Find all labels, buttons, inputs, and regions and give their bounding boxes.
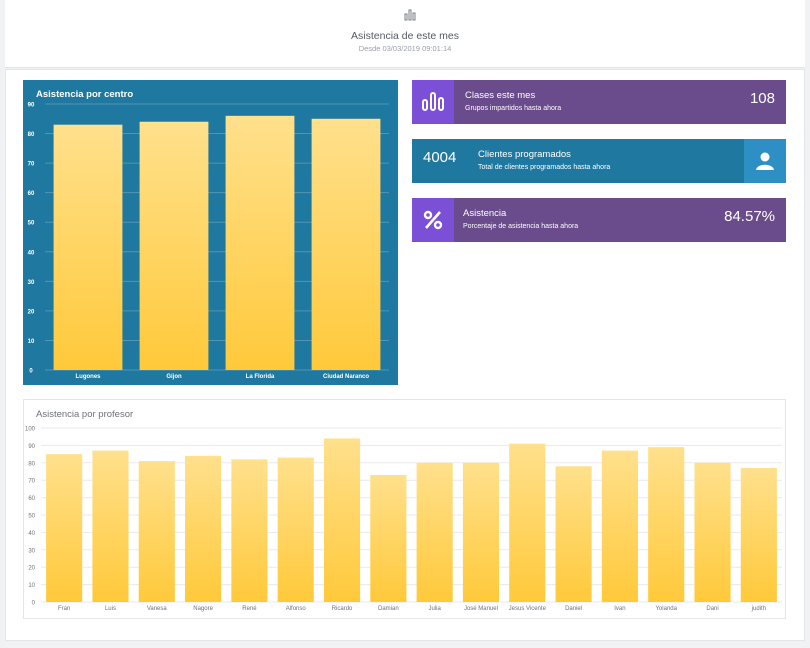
- x-tick-label: Gijon: [166, 374, 182, 380]
- x-tick-label: Ciudad Naranco: [323, 374, 369, 380]
- kpi-asistencia[interactable]: Asistencia Porcentaje de asistencia hast…: [412, 198, 786, 242]
- bar[interactable]: [311, 118, 381, 371]
- bar[interactable]: [92, 450, 129, 602]
- bar[interactable]: [231, 459, 268, 602]
- kpi-asistencia-sub: Porcentaje de asistencia hasta ahora: [463, 223, 579, 230]
- bar[interactable]: [601, 450, 638, 602]
- y-tick-label: 0: [29, 369, 33, 375]
- y-tick-label: 50: [28, 221, 35, 227]
- y-tick-label: 50: [28, 514, 35, 520]
- y-tick-label: 30: [28, 548, 35, 554]
- bar[interactable]: [53, 124, 123, 370]
- kpi-clases-label: Clases este mes: [465, 90, 536, 101]
- bar[interactable]: [225, 115, 295, 370]
- kpi-clases[interactable]: Clases este mes Grupos impartidos hasta …: [412, 80, 786, 124]
- x-tick-label: Nagore: [193, 606, 213, 612]
- page-header: Asistencia de este mes Desde 03/03/2019 …: [5, 0, 805, 68]
- kpi-clientes-label: Clientes programados: [478, 149, 571, 160]
- centro-chart: 0 10 20 30 40 50 60 70 80 90 Lugones Gijon La Florid…: [28, 103, 389, 380]
- bar[interactable]: [138, 461, 175, 602]
- bar[interactable]: [694, 462, 731, 602]
- bar[interactable]: [139, 121, 209, 370]
- y-tick-label: 80: [28, 132, 35, 138]
- kpi-clientes-value: 4004: [423, 149, 457, 166]
- profesor-chart-card: Asistencia por profesor 0 10 20 30 40 50 60 70 8…: [23, 399, 786, 619]
- x-tick-label: Daniel: [565, 606, 582, 612]
- profesor-chart: 0 10 20 30 40 50 60 70 80 90 100 Fran Luis Vanesa Nago…: [25, 427, 782, 612]
- x-tick-label: Alfonso: [286, 606, 307, 612]
- kpi-clientes-sub: Total de clientes programados hasta ahor…: [478, 164, 611, 171]
- y-tick-label: 90: [28, 103, 35, 109]
- x-tick-label: Vanesa: [147, 606, 168, 612]
- bar-chart-icon: [422, 92, 444, 111]
- x-tick-label: Jesus Vicente: [509, 606, 547, 612]
- bar[interactable]: [370, 474, 407, 602]
- y-tick-label: 20: [28, 566, 35, 572]
- page-title: Asistencia de este mes: [351, 30, 459, 42]
- x-tick-label: Dani: [706, 606, 718, 612]
- x-tick-label: René: [242, 606, 257, 612]
- bar[interactable]: [648, 447, 685, 602]
- kpi-clientes-icon-box: [744, 139, 786, 183]
- bar[interactable]: [185, 455, 222, 602]
- y-tick-label: 20: [28, 309, 35, 315]
- kpi-clases-icon-box: [412, 80, 454, 124]
- bar[interactable]: [416, 462, 453, 602]
- percent-icon: [423, 210, 443, 230]
- y-tick-label: 100: [25, 427, 36, 433]
- kpi-asistencia-value: 84.57%: [724, 208, 775, 225]
- centro-chart-card: Asistencia por centro 0 10 20 30 40 50 60 70 80 9…: [23, 80, 398, 385]
- y-tick-label: 80: [28, 461, 35, 467]
- y-tick-label: 60: [28, 496, 35, 502]
- x-tick-label: judith: [751, 606, 766, 612]
- x-tick-label: Yolanda: [655, 606, 677, 612]
- y-tick-label: 70: [28, 479, 35, 485]
- user-icon: [756, 152, 774, 170]
- bar-chart-icon: [404, 9, 416, 21]
- x-tick-label: Ivan: [614, 606, 625, 612]
- y-tick-label: 70: [28, 162, 35, 168]
- kpi-clases-sub: Grupos impartidos hasta ahora: [465, 105, 562, 112]
- y-tick-label: 10: [28, 583, 35, 589]
- bar[interactable]: [509, 443, 546, 602]
- y-tick-label: 90: [28, 444, 35, 450]
- y-tick-label: 40: [28, 531, 35, 537]
- kpi-clientes[interactable]: 4004 Clientes programados Total de clien…: [412, 139, 786, 183]
- bar[interactable]: [277, 457, 314, 602]
- y-tick-label: 60: [28, 191, 35, 197]
- kpi-asistencia-icon-box: [412, 198, 454, 242]
- x-tick-label: José Manuel: [464, 606, 498, 612]
- bar[interactable]: [46, 454, 83, 602]
- y-tick-label: 0: [32, 601, 36, 607]
- y-tick-label: 10: [28, 339, 35, 345]
- x-tick-label: Lugones: [76, 374, 102, 380]
- x-tick-label: Luis: [105, 606, 116, 612]
- y-tick-label: 30: [28, 280, 35, 286]
- x-tick-label: Ricardo: [332, 606, 353, 612]
- kpi-asistencia-label: Asistencia: [463, 208, 507, 219]
- x-tick-label: Damian: [378, 606, 399, 612]
- bar[interactable]: [323, 438, 361, 602]
- x-tick-label: Fran: [58, 606, 70, 612]
- page-subtitle: Desde 03/03/2019 09:01:14: [358, 44, 452, 53]
- bar[interactable]: [740, 468, 777, 602]
- y-tick-label: 40: [28, 250, 35, 256]
- kpi-clases-value: 108: [749, 90, 775, 107]
- x-tick-label: La Florida: [246, 374, 275, 380]
- x-tick-label: Julia: [428, 606, 441, 612]
- bar[interactable]: [462, 462, 500, 602]
- bar[interactable]: [555, 466, 592, 602]
